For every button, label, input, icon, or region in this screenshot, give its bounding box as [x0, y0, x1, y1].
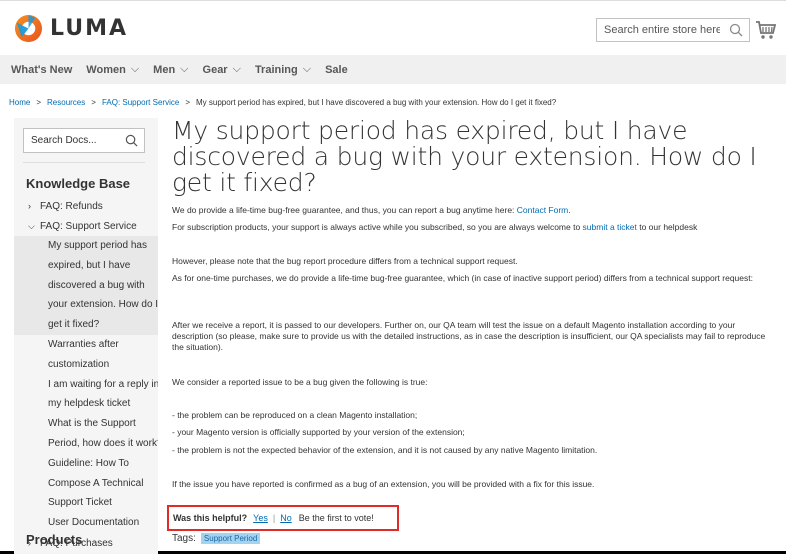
- bullet-item: - the problem can be reproduced on a cle…: [172, 410, 418, 420]
- article-paragraph: We do provide a life-time bug-free guara…: [172, 205, 772, 216]
- sidebar-list: › FAQ: Refunds ⌵ FAQ: Support Service My s…: [14, 196, 158, 553]
- store-search[interactable]: [596, 18, 750, 42]
- sidebar-item-label: FAQ: Refunds: [40, 201, 103, 212]
- nav-item-label: Men: [153, 63, 176, 76]
- breadcrumb-separator: >: [91, 98, 96, 107]
- knowledge-base-sidebar: Knowledge Base › FAQ: Refunds ⌵ FAQ: Suppo…: [14, 118, 158, 554]
- sidebar-sub-item[interactable]: customization: [14, 355, 158, 375]
- breadcrumb-home[interactable]: Home: [9, 98, 30, 107]
- article-paragraph: For subscription products, your support …: [172, 222, 772, 233]
- chevron-right-icon: ›: [28, 201, 31, 211]
- sidebar-sub-item[interactable]: my helpdesk ticket: [14, 394, 158, 414]
- sidebar-sub-item[interactable]: Compose A Technical: [14, 474, 158, 494]
- nav-item-training[interactable]: Training ⌵: [255, 63, 311, 76]
- vote-no-link[interactable]: No: [280, 513, 292, 523]
- sidebar-sub-item[interactable]: Warranties after: [14, 335, 158, 355]
- paragraph-text: .: [568, 205, 571, 215]
- sidebar-item-faq-support-service[interactable]: ⌵ FAQ: Support Service: [14, 216, 158, 236]
- sidebar-sub-item[interactable]: My support period has: [14, 236, 158, 256]
- products-title: Products: [26, 532, 83, 547]
- nav-item-women[interactable]: Women ⌵: [86, 63, 139, 76]
- first-vote-text: Be the first to vote!: [298, 513, 374, 523]
- breadcrumb-faq-support-service[interactable]: FAQ: Support Service: [102, 98, 179, 107]
- helpful-question: Was this helpful?: [173, 513, 248, 523]
- chevron-down-icon: ⌵: [302, 63, 312, 75]
- submit-ticket-link[interactable]: submit a ticket: [583, 222, 637, 232]
- sidebar-sub-item[interactable]: Support Ticket: [14, 493, 158, 513]
- store-logo[interactable]: LUMA: [14, 14, 128, 43]
- article-paragraph: If the issue you have reported is confir…: [172, 479, 595, 489]
- sidebar-sub-item[interactable]: your extension. How do I: [14, 295, 158, 316]
- page-title: My support period has expired, but I hav…: [172, 116, 757, 197]
- luma-logo-icon: [14, 14, 43, 43]
- breadcrumb: Home > Resources > FAQ: Support Service > My s…: [9, 98, 556, 107]
- nav-item-what-s-new[interactable]: What's New: [11, 64, 72, 76]
- article-main: My support period has expired, but I hav…: [172, 118, 772, 196]
- nav-item-label: Gear: [202, 63, 228, 76]
- nav-item-gear[interactable]: Gear ⌵: [203, 63, 241, 76]
- tag-support-period[interactable]: Support Period: [200, 533, 261, 544]
- nav-item-sale[interactable]: Sale: [325, 64, 348, 76]
- article-paragraph: As for one-time purchases, we do provide…: [172, 273, 753, 283]
- contact-form-link[interactable]: Contact Form: [517, 205, 569, 215]
- logo-text: LUMA: [50, 16, 129, 41]
- search-icon[interactable]: [729, 23, 743, 37]
- doc-search[interactable]: [23, 128, 145, 153]
- vote-yes-link[interactable]: Yes: [253, 513, 268, 523]
- sidebar-sub-item[interactable]: User Documentation: [14, 513, 158, 533]
- chevron-down-icon: ⌵: [130, 63, 140, 75]
- sidebar-divider: [23, 162, 145, 163]
- sidebar-sub-item[interactable]: expired, but I have: [14, 255, 158, 276]
- sidebar-sub-item[interactable]: discovered a bug with: [14, 275, 158, 296]
- paragraph-text: For subscription products, your support …: [172, 222, 583, 232]
- bullet-item: - your Magento version is officially sup…: [172, 427, 465, 437]
- sidebar-sub-item[interactable]: I am waiting for a reply in: [14, 375, 158, 395]
- article-paragraph: After we receive a report, it is passed …: [172, 320, 766, 352]
- main-navigation: What's New Women ⌵ Men ⌵ Gear ⌵ Training ⌵ Sale: [0, 55, 786, 84]
- breadcrumb-current: My support period has expired, but I hav…: [195, 98, 557, 107]
- tags-label: Tags:: [172, 533, 196, 544]
- breadcrumb-separator: >: [36, 98, 42, 107]
- article-tags: Tags: Support Period: [172, 533, 261, 544]
- article-paragraph: We consider a reported issue to be a bug…: [172, 377, 428, 387]
- bullet-item: - the problem is not the expected behavi…: [172, 445, 598, 455]
- sidebar-sub-item[interactable]: What is the Support: [14, 414, 158, 434]
- nav-item-label: Training: [254, 63, 298, 76]
- store-search-input[interactable]: [597, 19, 727, 41]
- nav-item-label: Sale: [325, 63, 348, 76]
- vote-separator: |: [272, 513, 276, 523]
- breadcrumb-separator: >: [185, 98, 190, 107]
- search-icon[interactable]: [125, 134, 138, 147]
- nav-item-label: What's New: [11, 63, 73, 76]
- doc-search-input[interactable]: [24, 129, 124, 152]
- nav-item-label: Women: [86, 63, 126, 76]
- cart-icon[interactable]: [755, 19, 777, 41]
- chevron-down-icon: ⌵: [180, 63, 189, 75]
- sidebar-item-label: FAQ: Support Service: [40, 221, 137, 232]
- nav-item-men[interactable]: Men ⌵: [153, 63, 188, 76]
- article-paragraph: However, please note that the bug report…: [172, 256, 518, 266]
- paragraph-text: We do provide a life-time bug-free guara…: [172, 205, 517, 215]
- sidebar-sub-item[interactable]: Period, how does it work?: [14, 434, 158, 454]
- site-header: LUMA: [0, 1, 786, 55]
- chevron-down-icon: ⌵: [232, 63, 241, 75]
- chevron-down-icon: ⌵: [28, 221, 35, 231]
- breadcrumb-resources[interactable]: Resources: [47, 98, 85, 107]
- sidebar-sub-items: My support period has expired, but I have…: [14, 236, 158, 533]
- knowledge-base-title: Knowledge Base: [26, 176, 131, 191]
- helpful-feedback-box: Was this helpful? Yes | No Be the first …: [167, 505, 399, 531]
- sidebar-sub-item[interactable]: get it fixed?: [14, 315, 158, 335]
- sidebar-sub-item[interactable]: Guideline: How To: [14, 454, 158, 474]
- paragraph-text: to our helpdesk: [636, 222, 698, 232]
- sidebar-item-faq-refunds[interactable]: › FAQ: Refunds: [14, 196, 158, 216]
